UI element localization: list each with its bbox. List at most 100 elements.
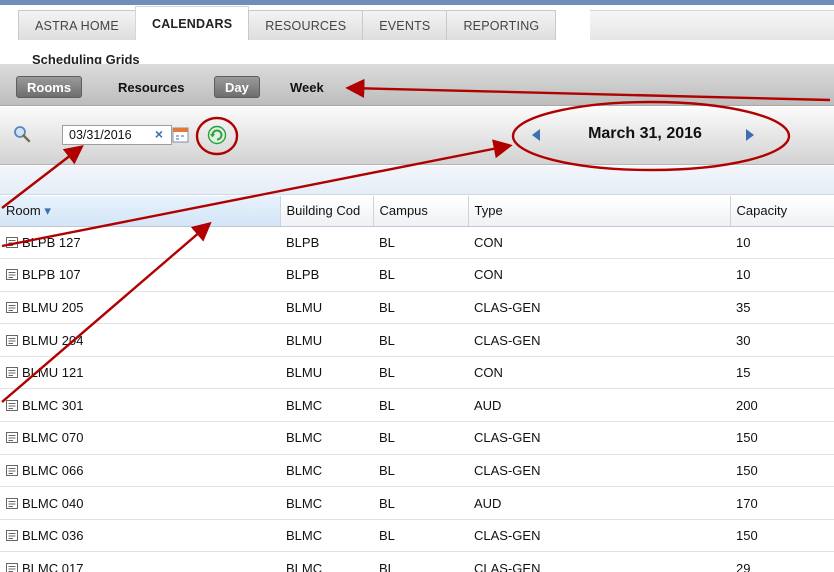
mode-toolbar: Rooms Resources Day Week <box>0 64 834 106</box>
cell-building-code: BLMC <box>280 486 373 520</box>
tab-events[interactable]: EVENTS <box>362 10 448 40</box>
cell-room[interactable]: BLMC 070 <box>0 421 280 455</box>
room-name: BLPB 127 <box>22 234 81 250</box>
tab-bar-filler <box>590 10 834 40</box>
room-icon <box>6 464 18 476</box>
prev-arrow-icon[interactable] <box>530 127 542 143</box>
tab-astra-home[interactable]: ASTRA HOME <box>18 10 136 40</box>
room-name: BLPB 107 <box>22 267 81 283</box>
cell-campus: BL <box>373 486 468 520</box>
room-icon <box>6 497 18 509</box>
cell-capacity: 150 <box>730 421 834 455</box>
cell-room[interactable]: BLMC 066 <box>0 454 280 488</box>
room-name: BLMC 301 <box>22 397 84 413</box>
column-header-room[interactable]: Room ▾ <box>0 196 281 227</box>
cell-building-code: BLMC <box>280 454 373 488</box>
table-row[interactable]: BLMC 036 BLMC BL CLAS-GEN 150 <box>0 519 834 553</box>
table-row[interactable]: BLMU 204 BLMU BL CLAS-GEN 30 <box>0 323 834 357</box>
cell-campus: BL <box>373 226 468 260</box>
refresh-icon[interactable] <box>207 125 227 145</box>
cell-type: AUD <box>468 486 730 520</box>
current-date-heading: March 31, 2016 <box>588 125 702 142</box>
cell-campus: BL <box>373 519 468 553</box>
cell-building-code: BLMC <box>280 421 373 455</box>
table-row[interactable]: BLMC 040 BLMC BL AUD 170 <box>0 486 834 520</box>
cell-room[interactable]: BLMU 121 <box>0 356 280 390</box>
calendar-icon[interactable] <box>172 127 189 143</box>
page-subtitle: Scheduling Grids <box>32 52 140 64</box>
room-name: BLMU 121 <box>22 365 84 381</box>
cell-building-code: BLMC <box>280 388 373 423</box>
cell-room[interactable]: BLMC 040 <box>0 486 280 520</box>
cell-building-code: BLMU <box>280 291 373 325</box>
rooms-button[interactable]: Rooms <box>16 76 83 98</box>
cell-room[interactable]: BLMU 204 <box>0 323 280 357</box>
tab-resources[interactable]: RESOURCES <box>248 10 364 40</box>
sort-down-icon[interactable]: ▾ <box>44 203 51 218</box>
cell-type: CON <box>468 226 730 260</box>
cell-building-code: BLMU <box>280 356 373 390</box>
date-navigation-bar: 03/31/2016 × March 31, 2016 <box>0 107 834 165</box>
room-name: BLMC 017 <box>22 560 84 572</box>
cell-room[interactable]: BLMC 301 <box>0 388 280 423</box>
room-name: BLMU 204 <box>22 332 84 348</box>
table-row[interactable]: BLMU 205 BLMU BL CLAS-GEN 35 <box>0 291 834 325</box>
cell-room[interactable]: BLMU 205 <box>0 291 280 325</box>
cell-capacity: 10 <box>730 226 834 260</box>
cell-capacity: 30 <box>730 323 834 357</box>
cell-campus: BL <box>373 258 468 292</box>
cell-type: AUD <box>468 388 730 423</box>
table-row[interactable]: BLMU 121 BLMU BL CON 15 <box>0 356 834 390</box>
grid-header-spacer <box>0 166 834 195</box>
table-row[interactable]: BLMC 301 BLMC BL AUD 200 <box>0 388 834 423</box>
grid-header-row: Room ▾ Building Cod Campus Type Capacity <box>0 196 834 227</box>
cell-capacity: 35 <box>730 291 834 325</box>
table-row[interactable]: BLMC 070 BLMC BL CLAS-GEN 150 <box>0 421 834 455</box>
tab-calendars[interactable]: CALENDARS <box>134 6 250 40</box>
cell-type: CON <box>468 356 730 390</box>
cell-building-code: BLPB <box>280 258 373 292</box>
room-icon <box>6 367 18 379</box>
room-icon <box>6 530 18 542</box>
cell-capacity: 10 <box>730 258 834 292</box>
cell-type: CLAS-GEN <box>468 421 730 455</box>
cell-room[interactable]: BLPB 127 <box>0 226 280 260</box>
room-name: BLMC 066 <box>22 462 84 478</box>
cell-room[interactable]: BLPB 107 <box>0 258 280 292</box>
tab-reporting[interactable]: REPORTING <box>446 10 557 40</box>
cell-building-code: BLMC <box>280 551 373 572</box>
column-header-campus[interactable]: Campus <box>373 196 469 227</box>
table-row[interactable]: BLPB 107 BLPB BL CON 10 <box>0 258 834 292</box>
cell-campus: BL <box>373 291 468 325</box>
cell-type: CON <box>468 258 730 292</box>
clear-icon[interactable]: × <box>152 124 166 144</box>
table-row[interactable]: BLMC 017 BLMC BL CLAS-GEN 29 <box>0 551 834 572</box>
room-icon <box>6 562 18 572</box>
cell-building-code: BLPB <box>280 226 373 260</box>
cell-campus: BL <box>373 323 468 357</box>
column-header-type[interactable]: Type <box>468 196 731 227</box>
room-name: BLMC 036 <box>22 528 84 544</box>
cell-capacity: 200 <box>730 388 834 423</box>
cell-campus: BL <box>373 388 468 423</box>
cell-room[interactable]: BLMC 036 <box>0 519 280 553</box>
resources-button[interactable]: Resources <box>108 76 194 98</box>
search-icon[interactable] <box>13 125 31 143</box>
cell-room[interactable]: BLMC 017 <box>0 551 280 572</box>
column-header-building-code[interactable]: Building Cod <box>280 196 374 227</box>
table-row[interactable]: BLMC 066 BLMC BL CLAS-GEN 150 <box>0 454 834 488</box>
cell-building-code: BLMC <box>280 519 373 553</box>
cell-type: CLAS-GEN <box>468 519 730 553</box>
day-button[interactable]: Day <box>214 76 260 98</box>
next-arrow-icon[interactable] <box>744 127 756 143</box>
room-icon <box>6 269 18 281</box>
room-icon <box>6 399 18 411</box>
cell-campus: BL <box>373 356 468 390</box>
week-button[interactable]: Week <box>280 76 334 98</box>
room-name: BLMU 205 <box>22 299 84 315</box>
table-row[interactable]: BLPB 127 BLPB BL CON 10 <box>0 226 834 260</box>
column-header-capacity[interactable]: Capacity <box>730 196 834 227</box>
room-icon <box>6 236 18 248</box>
room-icon <box>6 432 18 444</box>
cell-capacity: 170 <box>730 486 834 520</box>
